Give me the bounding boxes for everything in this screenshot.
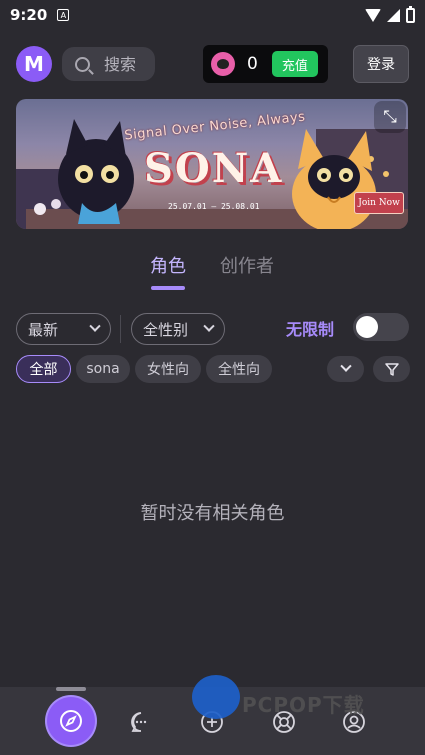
login-button[interactable]: 登录 <box>353 45 409 83</box>
top-bar: M 0 充值 登录 <box>16 44 409 83</box>
search-input[interactable] <box>104 54 155 74</box>
recharge-button[interactable]: 充值 <box>271 51 318 77</box>
status-bar: 9:20 A <box>0 0 425 30</box>
filter-button[interactable] <box>373 356 410 382</box>
chip-sona[interactable]: sona <box>76 355 130 383</box>
unlimited-label: 无限制 <box>286 320 335 339</box>
tab-indicator <box>151 286 185 290</box>
wifi-icon <box>365 8 381 22</box>
sort-dropdown[interactable]: 最新 <box>16 313 111 345</box>
chevron-down-icon <box>339 360 352 372</box>
tab-bar: 角色 创作者 <box>0 252 425 292</box>
promo-banner[interactable]: Signal Over Noise, Always SONA 25.07.01 … <box>16 99 408 229</box>
watermark-logo <box>192 675 240 719</box>
join-now-button[interactable]: Join Now <box>354 192 404 214</box>
tab-characters[interactable]: 角色 <box>150 252 186 278</box>
tab-creators[interactable]: 创作者 <box>220 252 274 278</box>
chevron-down-icon <box>89 320 101 332</box>
signal-icon <box>387 8 400 22</box>
chip-all-orientation[interactable]: 全性向 <box>206 355 272 383</box>
chip-female-oriented[interactable]: 女性向 <box>135 355 201 383</box>
banner-title: SONA <box>144 145 284 192</box>
filter-row: 最新 全性别 无限制 <box>16 313 409 345</box>
app-logo[interactable]: M <box>16 46 52 82</box>
sort-value: 最新 <box>28 320 59 339</box>
compass-icon <box>60 710 82 732</box>
nav-discover[interactable] <box>47 697 95 745</box>
notification-icon: A <box>57 9 70 21</box>
expand-tags-button[interactable] <box>327 356 364 382</box>
empty-state-message: 暂时没有相关角色 <box>140 503 285 524</box>
search-icon <box>75 56 90 72</box>
gender-value: 全性别 <box>143 320 189 339</box>
collapse-icon[interactable]: ⤡ <box>374 101 406 133</box>
coin-balance: 0 充值 <box>203 45 328 83</box>
banner-dates: 25.07.01 — 25.08.01 <box>168 202 260 211</box>
status-time: 9:20 <box>10 6 48 24</box>
bottom-nav: PCPOP下载 <box>0 675 425 755</box>
unlimited-toggle[interactable] <box>353 313 409 341</box>
status-icons <box>365 5 415 23</box>
tag-chips: 全部 sona 女性向 全性向 <box>16 355 410 383</box>
search-box[interactable] <box>62 47 155 81</box>
nav-chat[interactable] <box>127 708 155 736</box>
coin-count: 0 <box>247 54 258 74</box>
filter-icon <box>384 363 399 376</box>
chevron-down-icon <box>203 320 215 332</box>
chat-bubble-icon <box>131 712 147 732</box>
battery-icon <box>406 5 415 23</box>
chip-all[interactable]: 全部 <box>16 355 71 383</box>
gender-dropdown[interactable]: 全性别 <box>131 313 225 345</box>
watermark-text: PCPOP下载 <box>242 693 365 717</box>
coin-avatar-icon <box>211 52 235 76</box>
toggle-knob <box>356 316 378 338</box>
nav-indicator <box>56 687 86 691</box>
filter-divider <box>120 315 121 343</box>
